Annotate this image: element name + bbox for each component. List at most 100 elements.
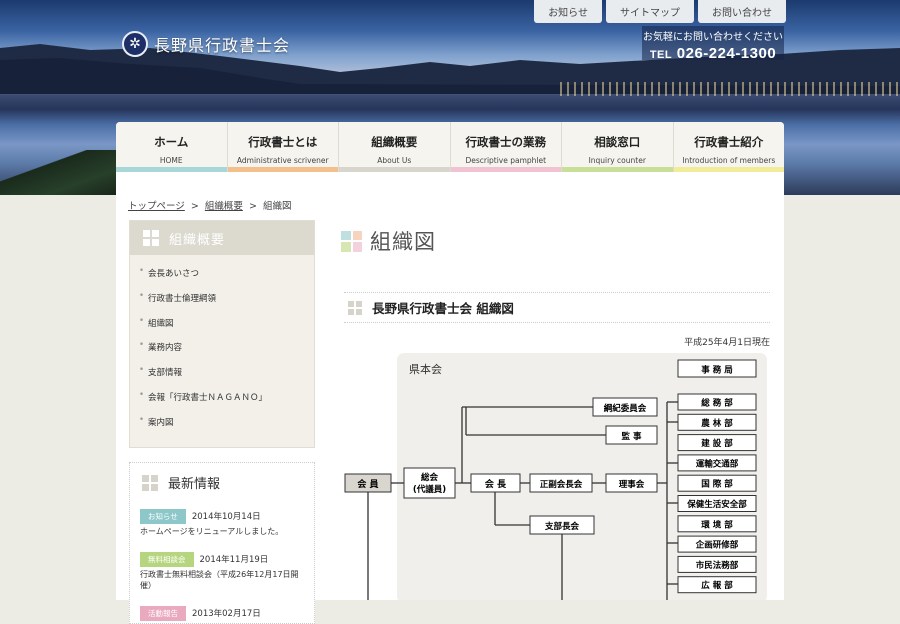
nav-inquiry[interactable]: 相談窓口 Inquiry counter	[562, 122, 674, 172]
nav-about-scrivener[interactable]: 行政書士とは Administrative scrivener	[227, 122, 339, 172]
org-department-box: 農 林 部	[677, 413, 757, 431]
main-content: ホーム HOME 行政書士とは Administrative scrivener 組…	[116, 122, 784, 624]
site-logo[interactable]: ✲ 長野県行政書士会	[122, 31, 290, 57]
svg-text:理事会: 理事会	[619, 479, 645, 490]
as-of-date: 平成25年4月1日現在	[684, 338, 770, 348]
utility-nav: お知らせ サイトマップ お問い合わせ	[534, 0, 786, 23]
svg-text:運輸交通部: 運輸交通部	[696, 458, 739, 469]
svg-text:企画研修部: 企画研修部	[695, 540, 739, 551]
svg-text:(代議員): (代議員)	[413, 484, 446, 495]
news-item[interactable]: 活動報告 2013年02月17日	[130, 601, 314, 622]
svg-text:事 務 局: 事 務 局	[701, 365, 732, 376]
org-departments: 総 務 部農 林 部建 設 部運輸交通部国 際 部保健生活安全部環 境 部企画研…	[677, 393, 757, 594]
news-badge: お知らせ	[140, 509, 186, 524]
svg-text:監 事: 監 事	[622, 431, 642, 442]
news-date: 2014年10月14日	[191, 512, 261, 522]
svg-text:総 務 部: 総 務 部	[701, 398, 733, 409]
nav-color-bar	[562, 167, 673, 172]
city-lights	[560, 82, 900, 96]
news-date: 2013年02月17日	[192, 609, 261, 620]
org-department-box: 建 設 部	[677, 434, 757, 452]
news-date: 2014年11月19日	[199, 555, 269, 566]
foreground-grass	[0, 150, 120, 195]
page-title: 組織図	[341, 226, 436, 256]
tel-lead: お気軽にお問い合わせください	[643, 32, 783, 43]
org-department-box: 保健生活安全部	[677, 495, 757, 512]
sidebar-item-greeting[interactable]: 会長あいさつ	[130, 266, 314, 292]
svg-text:国 際 部: 国 際 部	[701, 479, 733, 490]
section-title: 長野県行政書士会 組織図	[348, 298, 514, 317]
sidebar-item-map[interactable]: 案内図	[130, 415, 314, 441]
svg-text:正副会長会: 正副会長会	[540, 479, 583, 490]
org-node-kouki: 綱紀委員会	[592, 397, 658, 417]
org-node-kaicho: 会 長	[470, 473, 521, 493]
util-link-news[interactable]: お知らせ	[534, 0, 602, 23]
nav-about-us[interactable]: 組織概要 About Us	[339, 122, 451, 172]
breadcrumb-current: 組織図	[262, 201, 292, 212]
org-department-box: 総 務 部	[677, 393, 757, 411]
svg-text:農 林 部: 農 林 部	[701, 418, 733, 429]
org-node-shibu: 支部長会	[529, 515, 595, 535]
org-node-jimukyoku: 事 務 局	[677, 359, 757, 378]
nav-color-bar	[339, 167, 450, 172]
nav-color-bar	[116, 167, 227, 172]
org-node-sokai: 総会 (代議員)	[403, 467, 456, 499]
tel-number: TEL 026-224-1300	[649, 45, 777, 62]
svg-text:市民法務部: 市民法務部	[696, 560, 739, 571]
sidebar-item-org-chart[interactable]: 組織図	[130, 316, 314, 342]
sidebar-item-branch[interactable]: 支部情報	[130, 365, 314, 391]
svg-text:会 長: 会 長	[485, 478, 507, 490]
org-department-box: 企画研修部	[677, 535, 757, 553]
nav-color-bar	[227, 167, 338, 172]
global-nav: ホーム HOME 行政書士とは Administrative scrivener 組…	[116, 122, 784, 172]
util-link-contact[interactable]: お問い合わせ	[698, 0, 786, 23]
org-node-fuku: 正副会長会	[529, 473, 593, 493]
grid-icon	[143, 230, 159, 246]
svg-text:建 設 部: 建 設 部	[700, 438, 733, 449]
site-name: 長野県行政書士会	[154, 36, 291, 55]
news-text: ホームページをリニューアルしました。	[140, 527, 284, 536]
nav-services[interactable]: 行政書士の業務 Descriptive pamphlet	[450, 122, 562, 172]
color-grid-icon	[341, 230, 362, 252]
org-department-box: 国 際 部	[677, 474, 757, 492]
breadcrumb-top[interactable]: トップページ	[128, 201, 185, 212]
news-header: 最新情報	[130, 463, 314, 492]
sidebar-header: 組織概要	[130, 221, 314, 255]
sidebar-item-ethics[interactable]: 行政書士倫理綱領	[130, 291, 314, 317]
news-badge: 無料相談会	[140, 552, 194, 568]
grid-icon	[142, 474, 158, 491]
tel-box: お気軽にお問い合わせください TEL 026-224-1300	[642, 26, 784, 62]
sidebar-menu: 会長あいさつ 行政書士倫理綱領 組織図 業務内容 支部情報 会報「行政書士ＮＡＧ…	[130, 266, 314, 441]
page-title-text: 組織図	[370, 230, 436, 254]
breadcrumb: トップページ > 組織概要 > 組織図	[128, 201, 292, 212]
news-item[interactable]: 無料相談会 2014年11月19日 行政書士無料相談会（平成26年12月17日開催…	[130, 547, 314, 591]
news-badge: 活動報告	[140, 606, 186, 622]
grid-icon	[348, 300, 362, 315]
sidebar-item-business[interactable]: 業務内容	[130, 340, 314, 366]
sidebar-title: 組織概要	[169, 232, 226, 248]
nav-members[interactable]: 行政書士紹介 Introduction of members	[673, 122, 784, 172]
svg-text:会 員: 会 員	[357, 478, 378, 490]
sidebar: 組織概要 会長あいさつ 行政書士倫理綱領 組織図 業務内容 支部情報 会報「行政…	[129, 220, 315, 448]
org-node-kanji: 監 事	[605, 425, 658, 445]
svg-text:保健生活安全部: 保健生活安全部	[686, 499, 747, 510]
org-node-kaiin: 会 員	[344, 473, 392, 493]
svg-text:綱紀委員会: 綱紀委員会	[604, 403, 647, 414]
nav-color-bar	[673, 167, 784, 172]
svg-text:環 境 部: 環 境 部	[701, 519, 733, 530]
section-title-text: 長野県行政書士会 組織図	[372, 301, 514, 316]
news-text: 行政書士無料相談会（平成26年12月17日開催）	[140, 570, 299, 590]
breadcrumb-parent[interactable]: 組織概要	[205, 201, 243, 212]
org-department-box: 運輸交通部	[677, 454, 757, 472]
svg-text:広 報 部: 広 報 部	[701, 580, 733, 591]
news-item[interactable]: お知らせ 2014年10月14日 ホームページをリニューアルしました。	[130, 504, 314, 537]
sidebar-item-bulletin[interactable]: 会報「行政書士ＮＡＧＡＮＯ」	[130, 390, 314, 416]
svg-text:支部長会: 支部長会	[544, 521, 580, 532]
org-region-label: 県本会	[409, 362, 442, 376]
emblem-icon: ✲	[122, 31, 148, 57]
org-department-box: 環 境 部	[677, 515, 757, 533]
nav-home[interactable]: ホーム HOME	[116, 122, 228, 172]
divider	[344, 322, 770, 323]
util-link-sitemap[interactable]: サイトマップ	[606, 0, 694, 23]
org-department-box: 市民法務部	[677, 555, 757, 573]
